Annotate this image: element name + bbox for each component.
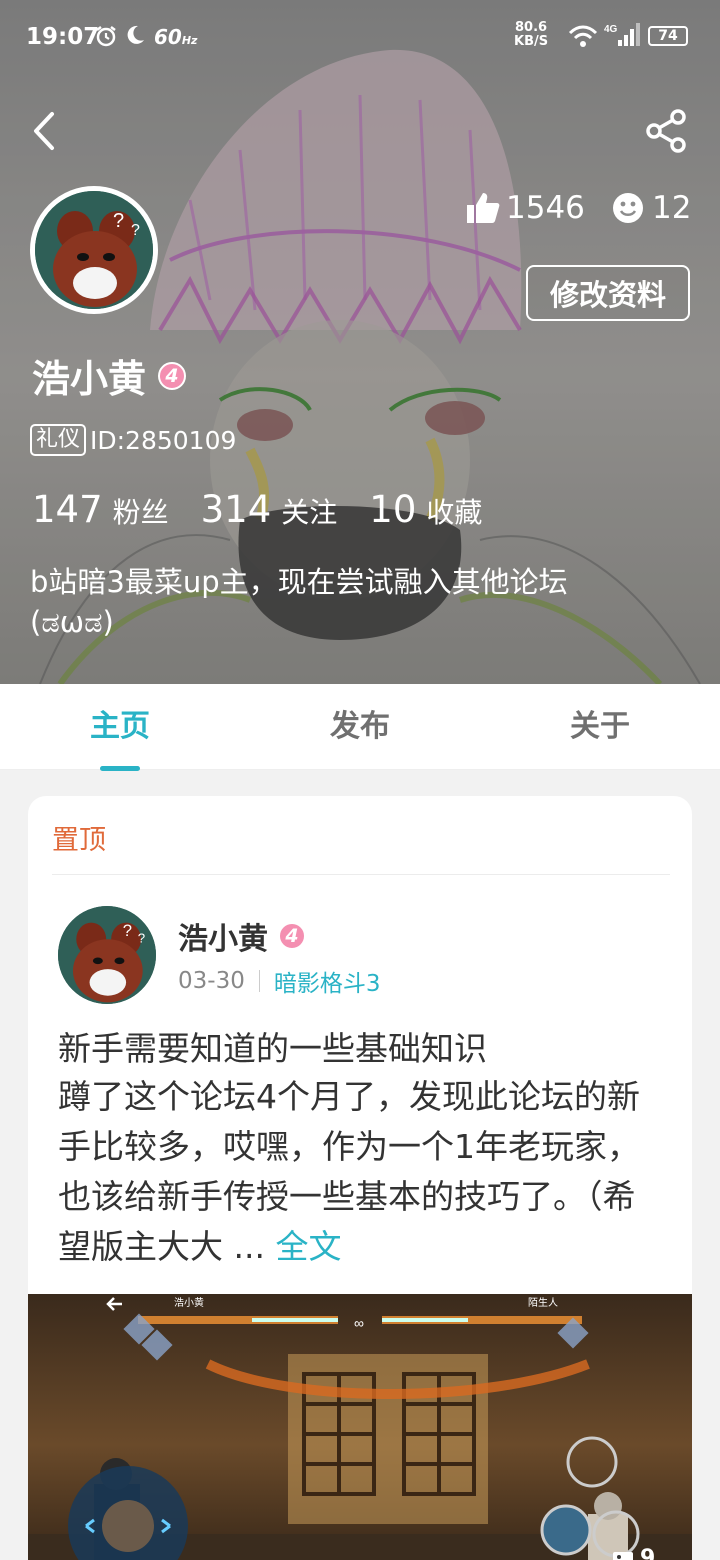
refresh-rate: 60Hz <box>154 25 198 49</box>
user-bio: b站暗3最菜up主，现在尝试融入其他论坛 (ಡωಡ) <box>30 562 670 642</box>
network-type: 4G <box>604 24 618 35</box>
game-screenshot: 浩小黄 陌生人 ∞ <box>28 1294 692 1560</box>
avatar[interactable]: ? ? <box>30 186 158 314</box>
post-author-avatar[interactable]: ? ? <box>58 906 156 1004</box>
battery-level: 74 <box>658 28 678 44</box>
image-count-value: 9 <box>640 1546 656 1560</box>
status-time: 19:07 <box>26 24 100 50</box>
post-level-badge: 4 <box>278 922 306 950</box>
wifi-icon <box>568 24 598 54</box>
bio-line-1: b站暗3最菜up主，现在尝试融入其他论坛 <box>30 565 568 599</box>
tab-posts[interactable]: 发布 <box>240 684 480 769</box>
active-tab-indicator <box>100 766 140 771</box>
read-more-link[interactable]: 全文 <box>275 1227 341 1266</box>
user-tag: 礼仪 <box>30 424 87 456</box>
user-id-row: 礼仪 ID:2850109 <box>30 424 236 456</box>
hud-player2: 陌生人 <box>528 1296 558 1309</box>
following-label[interactable]: 关注 <box>281 491 337 531</box>
post-meta: 03-30 暗影格斗3 <box>178 964 380 998</box>
moon-icon <box>124 24 146 52</box>
tab-about[interactable]: 关于 <box>480 684 720 769</box>
svg-text:?: ? <box>131 222 140 239</box>
username-row: 浩小黄 4 <box>32 348 187 403</box>
post-forum-link[interactable]: 暗影格斗3 <box>274 964 381 998</box>
likes-count: 1546 <box>466 190 585 226</box>
signal-icon: 4G <box>604 22 640 54</box>
back-button[interactable] <box>26 108 66 154</box>
status-bar: 19:07 60Hz 80.6 KB/S 4G 74 <box>0 0 720 72</box>
profile-cover: 19:07 60Hz 80.6 KB/S 4G 74 ? ? 1546 12 修… <box>0 0 720 684</box>
tab-home[interactable]: 主页 <box>0 684 240 769</box>
battery-icon: 74 <box>648 26 688 46</box>
favorites-label[interactable]: 收藏 <box>426 491 482 531</box>
post-title[interactable]: 新手需要知道的一些基础知识 <box>58 1022 487 1070</box>
svg-text:?: ? <box>138 931 145 946</box>
post-body-text: 蹲了这个论坛4个月了，发现此论坛的新手比较多，哎嘿，作为一个1年老玩家，也该给新… <box>58 1077 640 1266</box>
level-badge: 4 <box>158 361 187 390</box>
edit-profile-button[interactable]: 修改资料 <box>526 265 690 321</box>
svg-text:?: ? <box>123 921 132 940</box>
likes-value: 1546 <box>506 190 585 226</box>
user-id: ID:2850109 <box>90 425 237 455</box>
post-image[interactable]: 浩小黄 陌生人 ∞ <box>28 1294 692 1560</box>
followers-count[interactable]: 147 <box>32 488 103 531</box>
thumbs-up-icon <box>467 193 500 223</box>
pinned-label: 置顶 <box>52 825 106 856</box>
svg-text:?: ? <box>113 210 124 232</box>
username: 浩小黄 <box>32 357 147 401</box>
smiles-value: 12 <box>652 190 692 226</box>
alarm-icon <box>94 24 118 54</box>
divider <box>52 874 670 875</box>
smiles-count: 12 <box>612 190 691 226</box>
pinned-post-card[interactable]: 置顶 ? ? 浩小黄 4 03-30 暗影格斗3 新手需要知道的一些基础知识 蹲… <box>28 796 692 1560</box>
image-icon <box>613 1551 633 1560</box>
post-author-name[interactable]: 浩小黄 <box>178 914 268 958</box>
share-button[interactable] <box>644 108 690 154</box>
hud-timer: ∞ <box>354 1315 364 1331</box>
network-speed: 80.6 KB/S <box>514 20 549 49</box>
following-count[interactable]: 314 <box>201 488 272 531</box>
profile-tabs: 主页 发布 关于 <box>0 684 720 770</box>
counts-row: 147 粉丝 314 关注 10 收藏 <box>32 488 514 531</box>
post-excerpt[interactable]: 蹲了这个论坛4个月了，发现此论坛的新手比较多，哎嘿，作为一个1年老玩家，也该给新… <box>58 1072 668 1272</box>
favorites-count[interactable]: 10 <box>369 488 416 531</box>
hud-player1: 浩小黄 <box>174 1296 204 1309</box>
post-date: 03-30 <box>178 968 245 994</box>
post-author-row: 浩小黄 4 <box>178 914 306 958</box>
avatar-image: ? ? <box>35 191 153 309</box>
bio-line-2: (ಡωಡ) <box>30 605 114 639</box>
post-avatar-image: ? ? <box>58 906 156 1004</box>
image-count: 9 <box>612 1546 655 1560</box>
meta-separator <box>258 970 260 992</box>
smile-icon <box>613 193 643 223</box>
followers-label[interactable]: 粉丝 <box>113 491 169 531</box>
